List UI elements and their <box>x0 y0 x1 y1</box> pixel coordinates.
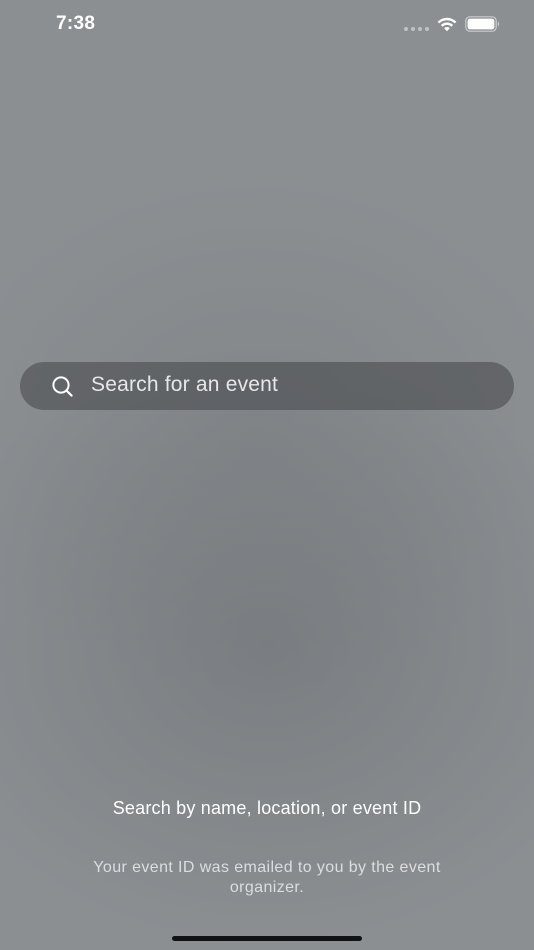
event-search-screen: 7:38 Search for an event Search by name,… <box>0 0 534 950</box>
search-bar[interactable]: Search for an event <box>20 362 514 410</box>
signal-dots-icon <box>404 27 430 31</box>
wifi-icon <box>437 17 457 32</box>
status-bar: 7:38 <box>0 0 534 50</box>
search-input[interactable]: Search for an event <box>91 373 278 397</box>
search-hint-subtitle: Your event ID was emailed to you by the … <box>93 859 441 896</box>
status-time: 7:38 <box>56 13 96 34</box>
search-hint-title: Search by name, location, or event ID <box>112 798 422 818</box>
home-indicator[interactable] <box>172 936 362 941</box>
battery-icon <box>465 16 499 32</box>
search-icon <box>52 376 73 397</box>
